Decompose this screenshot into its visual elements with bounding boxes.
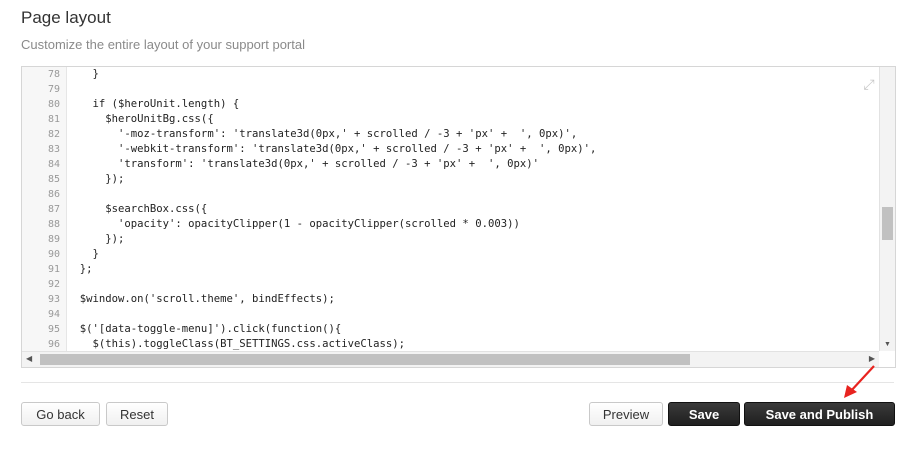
save-and-publish-button[interactable]: Save and Publish [744,402,895,426]
line-number: 94 [47,309,60,320]
line-number: 85 [47,174,60,185]
line-number: 88 [47,219,60,230]
code-line[interactable]: $(this).toggleClass(BT_SETTINGS.css.acti… [67,337,406,351]
line-number: 90 [47,249,60,260]
code-line[interactable]: $window.on('scroll.theme', bindEffects); [67,292,335,307]
line-number: 95 [47,324,60,335]
line-number: 96 [47,339,60,350]
expand-icon[interactable]: ⤢ [861,76,877,92]
preview-button[interactable]: Preview [589,402,663,426]
line-number: 92 [47,279,60,290]
horizontal-scroll-thumb[interactable] [40,354,690,365]
line-number-gutter: 78 79 80 81 82 83 84 85 86 87 88 89 90 91 92 93 94 95 96 [22,67,67,351]
line-number: 89 [47,234,60,245]
line-number: 83 [47,144,60,155]
go-back-button[interactable]: Go back [21,402,100,426]
line-number: 91 [47,264,60,275]
vertical-scrollbar[interactable]: ▼ [879,67,895,351]
annotation-arrow-line [849,365,875,393]
code-line[interactable]: '-webkit-transform': 'translate3d(0px,' … [67,142,596,157]
line-number: 86 [47,189,60,200]
code-editor[interactable]: 78 79 80 81 82 83 84 85 86 87 88 89 90 91 92 93 94 95 96 }… [21,66,896,368]
scroll-down-arrow-icon[interactable]: ▼ [884,341,891,348]
code-line[interactable]: }; [67,262,93,277]
code-line[interactable]: if ($heroUnit.length) { [67,97,240,112]
line-number: 80 [47,99,60,110]
code-line[interactable]: $heroUnitBg.css({ [67,112,213,127]
line-number: 87 [47,204,60,215]
code-line[interactable]: } [67,67,99,82]
code-line[interactable]: $('[data-toggle-menu]').click(function()… [67,322,342,337]
scroll-right-arrow-icon[interactable]: ▶ [869,354,875,363]
line-number: 84 [47,159,60,170]
divider [21,382,894,383]
horizontal-scrollbar[interactable]: ◀ ▶ [22,351,879,367]
line-number: 78 [47,69,60,80]
save-button[interactable]: Save [668,402,740,426]
code-line[interactable]: '-moz-transform': 'translate3d(0px,' + s… [67,127,577,142]
reset-button[interactable]: Reset [106,402,168,426]
code-line[interactable]: $searchBox.css({ [67,202,207,217]
line-number: 82 [47,129,60,140]
page-subtitle: Customize the entire layout of your supp… [21,37,305,52]
vertical-scroll-thumb[interactable] [882,207,893,240]
line-number: 81 [47,114,60,125]
code-line[interactable]: } [67,247,99,262]
code-line[interactable]: }); [67,172,124,187]
code-line[interactable]: 'opacity': opacityClipper(1 - opacityCli… [67,217,520,232]
annotation-arrow-icon [844,365,875,398]
line-number: 79 [47,84,60,95]
code-line[interactable]: 'transform': 'translate3d(0px,' + scroll… [67,157,539,172]
code-text-area[interactable]: } if ($heroUnit.length) { $heroUnitBg.cs… [67,67,879,351]
line-number: 93 [47,294,60,305]
page-title: Page layout [21,8,111,27]
code-line[interactable]: }); [67,232,124,247]
scroll-left-arrow-icon[interactable]: ◀ [26,354,32,363]
